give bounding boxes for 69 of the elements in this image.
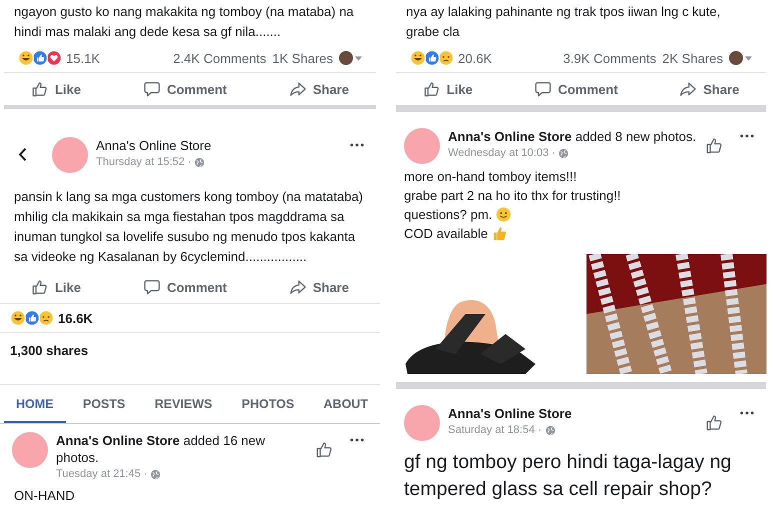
post-text-line: questions? pm. (404, 206, 492, 223)
post-time: Wednesday at 10:03 · (448, 147, 556, 159)
comments-count[interactable]: 3.9K Comments (563, 50, 656, 66)
comment-icon (142, 278, 161, 296)
thumbs-up-icon (492, 226, 507, 241)
post-time: Saturday at 18:54 · (448, 424, 542, 436)
reaction-avatar-dropdown[interactable] (729, 51, 752, 65)
page-tab[interactable]: PHOTOS (230, 395, 306, 423)
shares-count[interactable]: 1,300 shares (0, 333, 380, 385)
like-icon[interactable] (705, 413, 724, 432)
reaction-icons[interactable] (18, 50, 60, 66)
like-button[interactable]: Like (20, 274, 91, 300)
caret-icon (745, 56, 752, 60)
globe-icon (194, 156, 206, 168)
more-options-icon[interactable] (740, 411, 754, 415)
thumbs-up-icon (30, 278, 49, 296)
post-time: Tuesday at 21:45 · (56, 468, 148, 480)
page-tab[interactable]: POSTS (70, 395, 138, 423)
page-tab[interactable]: REVIEWS (142, 395, 224, 423)
page-tab[interactable]: HOME (4, 395, 66, 423)
share-icon (288, 278, 307, 296)
globe-icon (150, 468, 162, 480)
post-text: nya ay lalaking pahinante ng trak tpos iiwan lng c kute, grabe cla (405, 3, 722, 41)
like-button[interactable]: Like (20, 76, 91, 102)
post-text: ON-HAND (13, 487, 76, 505)
reaction-count[interactable]: 20.6K (458, 50, 492, 66)
post-author[interactable]: Anna's Online Store added 16 new photos. (56, 432, 307, 466)
post-text-line: COD available (404, 225, 488, 242)
post-text: pansin k lang sa mga customers kong tomboy (na matataba) mhilig cla makikain sa mga fiestahan tpos magddrama sa inuman tungkol sa lovelife susubo ng menudo tpos kakanta sa videoke ng Kasalanan by 6cyclemind................. (13, 188, 364, 266)
thumbs-up-icon (422, 80, 441, 98)
comments-count[interactable]: 2.4K Comments (173, 50, 266, 66)
comment-icon (142, 80, 161, 98)
reaction-avatar-dropdown[interactable] (339, 51, 362, 65)
like-button[interactable]: Like (412, 76, 483, 102)
like-icon[interactable] (705, 136, 724, 155)
shares-count[interactable]: 1K Shares (272, 50, 333, 66)
post-text-line: more on-hand tomboy items!!! (404, 168, 577, 185)
reaction-icons[interactable] (410, 50, 452, 66)
share-button[interactable]: Share (278, 274, 359, 300)
more-options-icon[interactable] (740, 134, 754, 138)
share-button[interactable]: Share (669, 76, 750, 102)
post-author[interactable]: Anna's Online Store (96, 137, 334, 154)
like-icon[interactable] (315, 440, 334, 459)
globe-icon (558, 148, 570, 158)
thumbs-up-icon (30, 80, 49, 98)
globe-icon (544, 424, 556, 436)
post-author[interactable]: Anna's Online Store added 8 new photos. (448, 128, 697, 145)
shares-count[interactable]: 2K Shares (662, 50, 723, 66)
post-text: gf ng tomboy pero hindi taga-lagay ng tempered glass sa cell repair shop? (403, 450, 732, 502)
comment-button[interactable]: Comment (524, 76, 628, 102)
page-tab[interactable]: ABOUT (312, 395, 380, 423)
share-icon (288, 80, 307, 98)
post-text: ngayon gusto ko nang makakita ng tomboy (na mataba) na hindi mas malaki ang dede kesa sa gf nila....... (13, 3, 355, 41)
back-icon (18, 147, 28, 162)
more-options-icon[interactable] (350, 143, 364, 147)
post-time: Thursday at 15:52 · (96, 156, 192, 168)
share-button[interactable]: Share (278, 76, 359, 102)
reaction-count[interactable]: 15.1K (66, 50, 100, 66)
post-text-line: grabe part 2 na ho ito thx for trusting!! (404, 187, 621, 204)
more-options-icon[interactable] (350, 438, 364, 442)
post-author[interactable]: Anna's Online Store (448, 405, 697, 422)
comment-button[interactable]: Comment (132, 76, 237, 102)
reaction-count[interactable]: 16.6K (58, 310, 93, 326)
caret-icon (355, 56, 362, 60)
share-icon (679, 80, 698, 98)
comment-button[interactable]: Comment (132, 274, 237, 300)
smiley-icon (496, 207, 512, 222)
reaction-icons[interactable] (10, 310, 52, 326)
comment-icon (534, 80, 552, 98)
